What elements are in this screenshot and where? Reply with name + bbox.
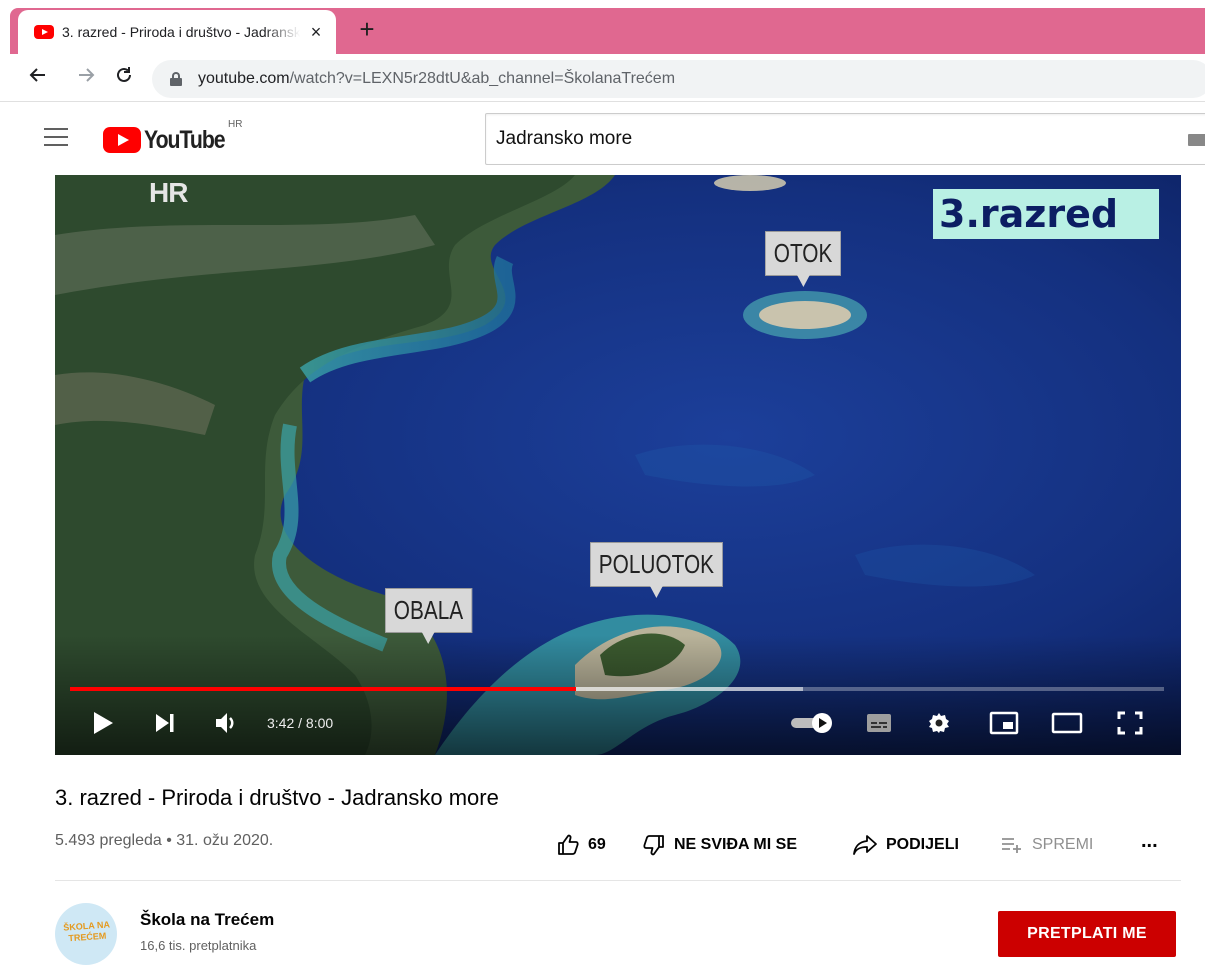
url-path: /watch?v=LEXN5r28dtU&ab_channel=ŠkolanaT… [289,70,676,87]
youtube-logo[interactable]: YouTube [103,125,239,155]
video-title: 3. razred - Priroda i društvo - Jadransk… [55,785,499,810]
channel-avatar[interactable]: ŠKOLA NA TREĆEM [55,903,117,965]
play-icon[interactable] [89,707,117,739]
new-tab-button[interactable]: + [352,14,382,44]
hrt-watermark: HR [149,177,188,208]
label-poluotok: POLUOTOK [590,542,723,598]
keyboard-icon[interactable] [1188,134,1205,146]
volume-icon[interactable] [213,707,243,739]
time-display: 3:42 / 8:00 [267,715,334,731]
youtube-header: YouTube HR Jadransko more [0,103,1205,175]
save-label: SPREMI [1032,836,1094,853]
theater-mode-icon[interactable] [1049,707,1085,739]
autoplay-toggle[interactable] [789,707,835,739]
youtube-play-logo-icon [103,127,141,153]
player-controls: 3:42 / 8:00 [55,703,1181,743]
progress-bar[interactable] [70,687,1164,691]
lock-icon[interactable] [170,72,182,86]
search-input[interactable]: Jadransko more [485,113,1205,165]
url-text: youtube.com/watch?v=LEXN5r28dtU&ab_chann… [198,70,675,88]
thumbs-up-icon [556,833,580,857]
thumbs-down-icon [642,833,666,857]
youtube-logo-text: YouTube [144,125,226,154]
next-video-icon[interactable] [151,707,179,739]
menu-icon[interactable] [44,128,68,146]
channel-name[interactable]: Škola na Trećem [140,910,274,930]
share-button[interactable]: PODIJELI [852,830,959,860]
browser-tab[interactable]: 3. razred - Priroda i društvo - Jadransk… [18,10,336,54]
video-player[interactable]: HR 3.razred OTOK POLUOTOK OBALA 3:42 / 8… [55,175,1181,755]
label-obala: OBALA [385,588,472,644]
url-field[interactable]: youtube.com/watch?v=LEXN5r28dtU&ab_chann… [152,60,1205,98]
label-otok: OTOK [765,231,842,287]
dislike-button[interactable]: NE SVIĐA MI SE [642,830,797,860]
reload-icon[interactable] [110,64,138,92]
fullscreen-icon[interactable] [1113,707,1147,739]
tab-close-icon[interactable]: × [306,22,326,42]
settings-gear-icon[interactable] [923,707,955,739]
tab-title: 3. razred - Priroda i društvo - Jadransk… [62,24,300,40]
url-domain: youtube.com [198,70,290,87]
save-button[interactable]: SPREMI [1000,830,1093,860]
views-and-date: 5.493 pregleda • 31. ožu 2020. [55,832,274,849]
miniplayer-icon[interactable] [987,707,1021,739]
subscribe-button[interactable]: PRETPLATI ME [998,911,1176,957]
progress-played [70,687,576,691]
avatar-logo-text: ŠKOLA NA TREĆEM [62,919,111,944]
forward-arrow-icon[interactable] [72,64,100,92]
subscriber-count: 16,6 tis. pretplatnika [140,938,257,953]
playlist-add-icon [1000,835,1024,855]
browser-tab-strip: 3. razred - Priroda i društvo - Jadransk… [0,0,1205,54]
more-actions-icon[interactable]: ... [1141,826,1158,856]
country-code: HR [228,119,243,130]
address-bar: youtube.com/watch?v=LEXN5r28dtU&ab_chann… [0,54,1205,102]
like-count: 69 [588,836,606,853]
share-label: PODIJELI [886,836,959,853]
video-meta-row: 5.493 pregleda • 31. ožu 2020. 69 NE SVI… [55,830,1181,860]
search-value: Jadransko more [496,128,633,149]
back-arrow-icon[interactable] [24,64,52,92]
dislike-label: NE SVIĐA MI SE [674,836,797,853]
youtube-favicon-icon [34,25,54,39]
like-button[interactable]: 69 [556,830,606,860]
share-arrow-icon [852,834,878,856]
info-divider [55,880,1181,881]
3razred-logo: 3.razred [933,189,1159,239]
subtitles-icon[interactable] [863,707,895,739]
